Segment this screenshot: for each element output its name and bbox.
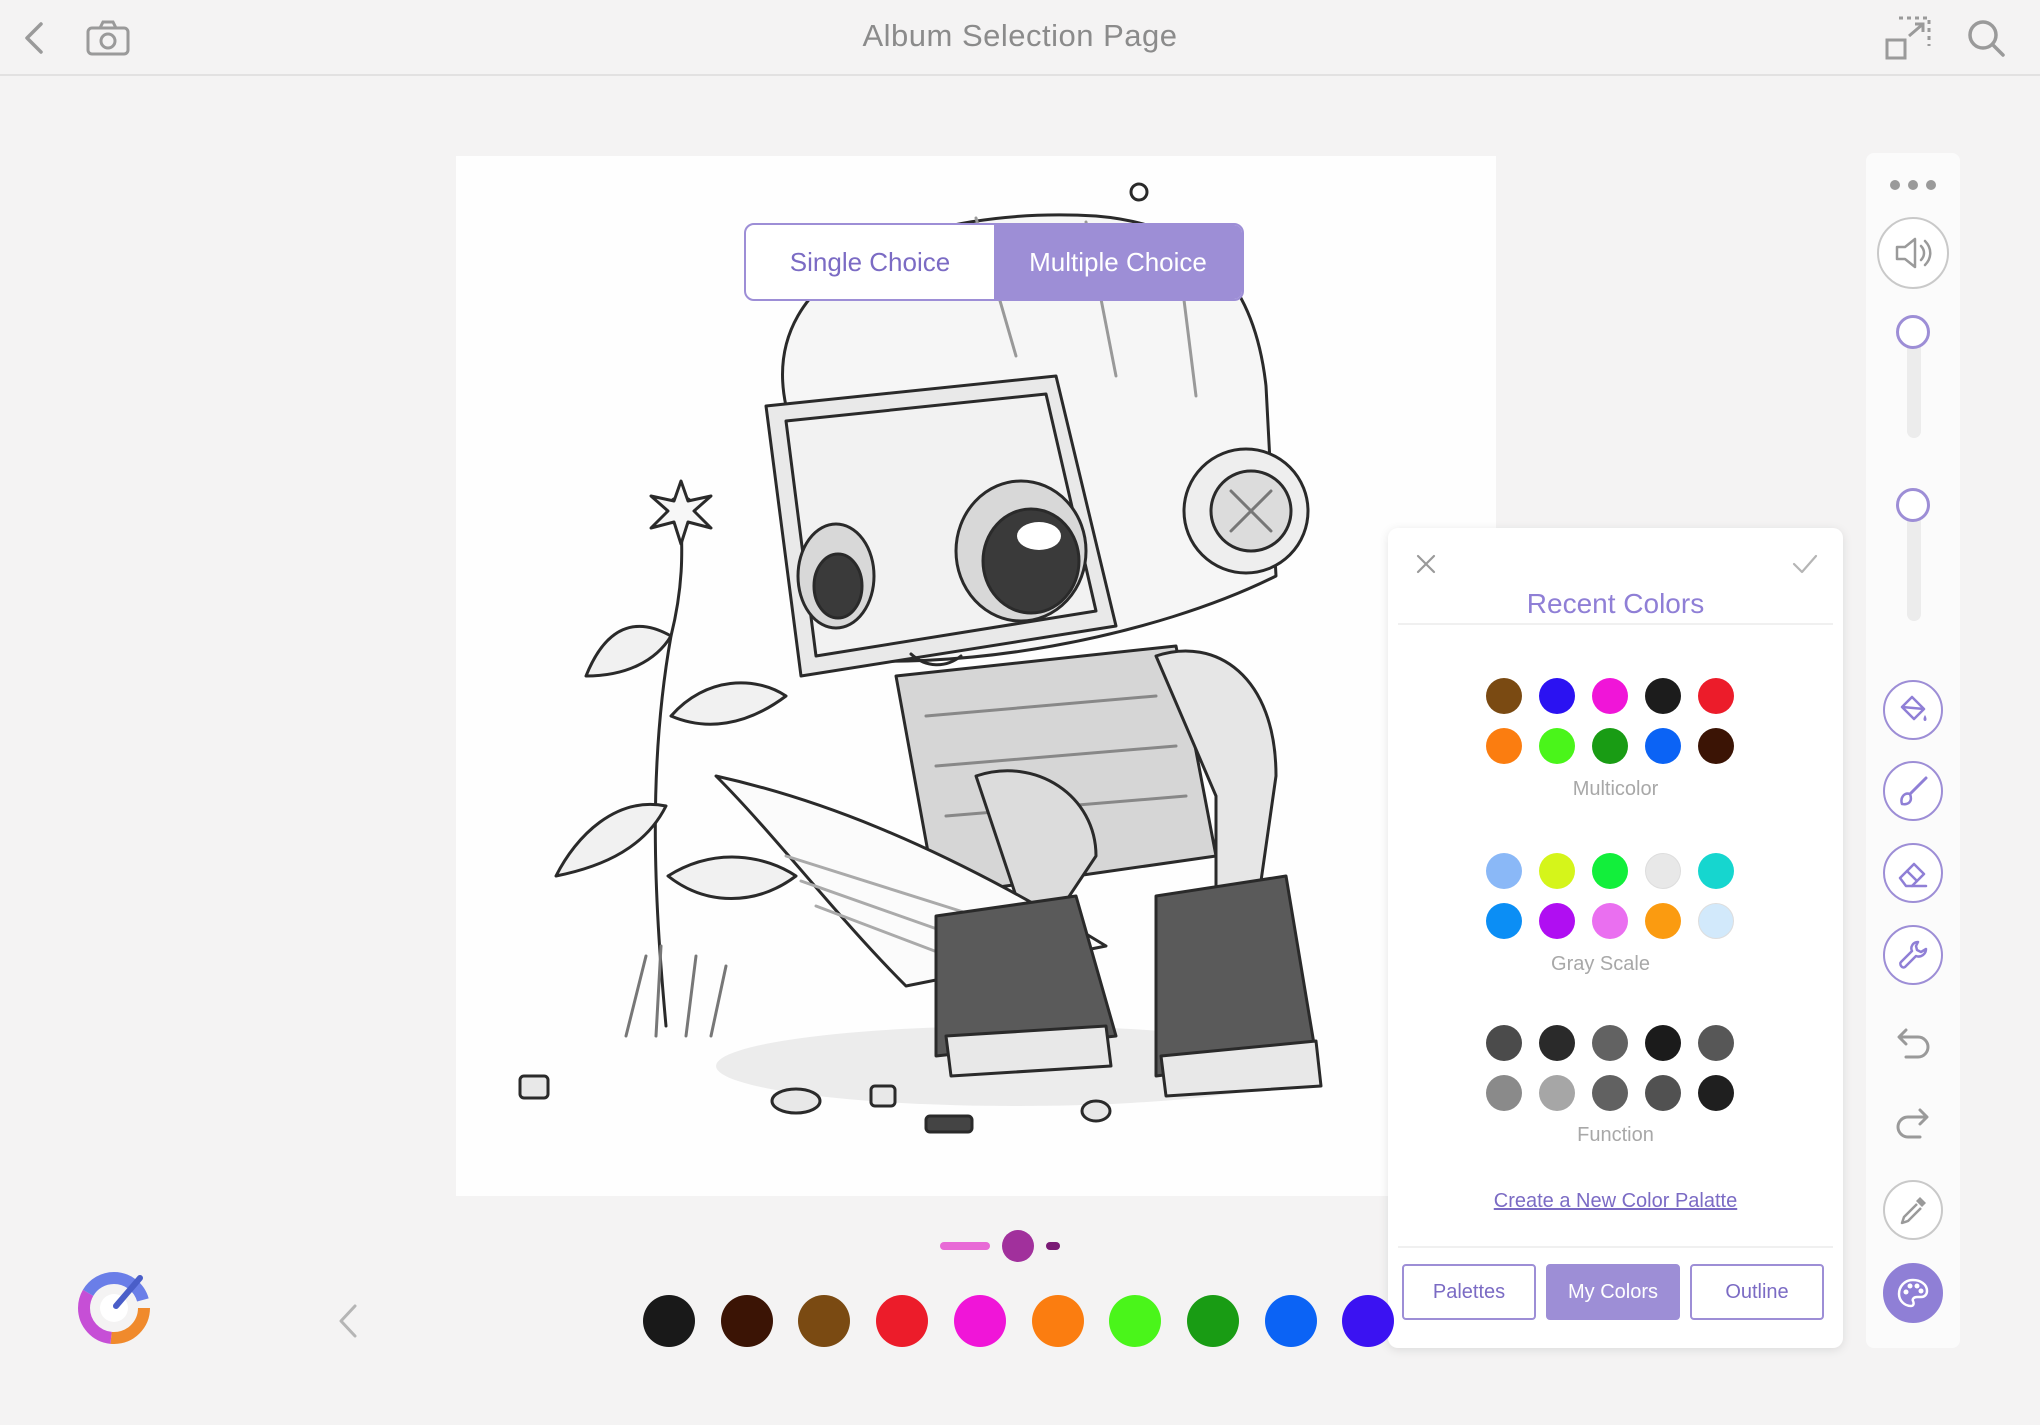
color-swatch[interactable] <box>1592 1025 1628 1061</box>
prev-arrow-icon[interactable] <box>330 1300 366 1342</box>
bottom-color-swatch[interactable] <box>798 1295 851 1347</box>
bottom-color-swatch[interactable] <box>1186 1295 1239 1347</box>
choice-mode-toggle: Single Choice Multiple Choice <box>744 223 1244 301</box>
bottom-color-swatch[interactable] <box>720 1295 773 1347</box>
color-swatch[interactable] <box>1698 728 1734 764</box>
color-swatch[interactable] <box>1486 1025 1522 1061</box>
bottom-color-swatch[interactable] <box>1109 1295 1162 1347</box>
color-swatch[interactable] <box>1645 1075 1681 1111</box>
color-swatch[interactable] <box>1645 728 1681 764</box>
undo-icon[interactable] <box>1883 1013 1943 1073</box>
color-swatch[interactable] <box>1698 903 1734 939</box>
bottom-color-swatch[interactable] <box>953 1295 1006 1347</box>
color-panel: Recent Colors Multicolor Gray Scale Func… <box>1388 528 1843 1348</box>
eraser-icon[interactable] <box>1883 843 1943 903</box>
resize-icon[interactable] <box>1884 14 1932 62</box>
color-swatch[interactable] <box>1486 903 1522 939</box>
color-swatch[interactable] <box>1645 678 1681 714</box>
bottom-color-swatch[interactable] <box>1031 1295 1084 1347</box>
grayscale-swatch-grid <box>1486 853 1746 939</box>
bottom-color-swatch[interactable] <box>1264 1295 1317 1347</box>
create-palette-link[interactable]: Create a New Color Palatte <box>1388 1190 1843 1213</box>
tool-sidebar <box>1866 153 1960 1348</box>
page-title: Album Selection Page <box>862 18 1178 53</box>
color-swatch[interactable] <box>1486 678 1522 714</box>
tab-outline[interactable]: Outline <box>1690 1264 1824 1320</box>
function-swatch-grid <box>1486 1025 1746 1111</box>
brush-size-slider-knob[interactable] <box>1896 315 1930 349</box>
paint-bucket-icon[interactable] <box>1883 680 1943 740</box>
drawing-canvas[interactable] <box>456 156 1496 1196</box>
close-icon[interactable] <box>1408 546 1444 582</box>
color-swatch[interactable] <box>1539 1075 1575 1111</box>
color-swatch[interactable] <box>1539 903 1575 939</box>
tab-my-colors[interactable]: My Colors <box>1546 1264 1680 1320</box>
color-swatch[interactable] <box>1486 1075 1522 1111</box>
group-label-gray-scale: Gray Scale <box>1551 953 1650 975</box>
multiple-choice-tab[interactable]: Multiple Choice <box>994 225 1242 299</box>
robot-line-art <box>518 182 1323 1134</box>
color-swatch[interactable] <box>1486 728 1522 764</box>
color-swatch[interactable] <box>1592 678 1628 714</box>
panel-title: Recent Colors <box>1526 588 1705 619</box>
color-swatch[interactable] <box>1645 1025 1681 1061</box>
eyedropper-icon[interactable] <box>1883 1180 1943 1240</box>
top-bar: Album Selection Page <box>0 0 2040 76</box>
color-swatch[interactable] <box>1592 853 1628 889</box>
color-swatch[interactable] <box>1539 853 1575 889</box>
brush-icon[interactable] <box>1883 761 1943 821</box>
wrench-icon[interactable] <box>1883 925 1943 985</box>
panel-tabs: Palettes My Colors Outline <box>1402 1264 1824 1320</box>
tab-palettes[interactable]: Palettes <box>1402 1264 1536 1320</box>
volume-icon[interactable] <box>1877 217 1949 289</box>
color-swatch[interactable] <box>1698 853 1734 889</box>
search-icon[interactable] <box>1962 14 2010 62</box>
color-swatch[interactable] <box>1539 678 1575 714</box>
multicolor-swatch-grid <box>1486 678 1746 764</box>
color-swatch[interactable] <box>1698 1025 1734 1061</box>
color-swatch[interactable] <box>1698 678 1734 714</box>
group-label-function: Function <box>1577 1124 1654 1146</box>
color-swatch[interactable] <box>1592 1075 1628 1111</box>
app-logo-icon[interactable] <box>78 1268 154 1344</box>
bottom-color-swatch[interactable] <box>643 1295 695 1347</box>
bottom-color-swatch[interactable] <box>876 1295 929 1347</box>
bottom-color-swatch[interactable] <box>1342 1295 1395 1347</box>
color-swatch[interactable] <box>1645 853 1681 889</box>
group-label-multicolor: Multicolor <box>1572 778 1659 800</box>
single-choice-tab[interactable]: Single Choice <box>746 225 994 299</box>
confirm-check-icon[interactable] <box>1787 546 1823 582</box>
more-dots-icon[interactable] <box>1883 153 1943 217</box>
color-swatch[interactable] <box>1486 853 1522 889</box>
title-divider <box>1398 623 1833 625</box>
color-swatch[interactable] <box>1645 903 1681 939</box>
opacity-slider-knob[interactable] <box>1896 488 1930 522</box>
color-swatch[interactable] <box>1592 728 1628 764</box>
color-swatch[interactable] <box>1539 728 1575 764</box>
color-swatch[interactable] <box>1539 1025 1575 1061</box>
redo-icon[interactable] <box>1883 1093 1943 1153</box>
color-swatch[interactable] <box>1698 1075 1734 1111</box>
page-indicator <box>940 1230 1060 1262</box>
color-swatch[interactable] <box>1592 903 1628 939</box>
palette-icon[interactable] <box>1883 1263 1943 1323</box>
tabs-divider <box>1398 1246 1833 1248</box>
